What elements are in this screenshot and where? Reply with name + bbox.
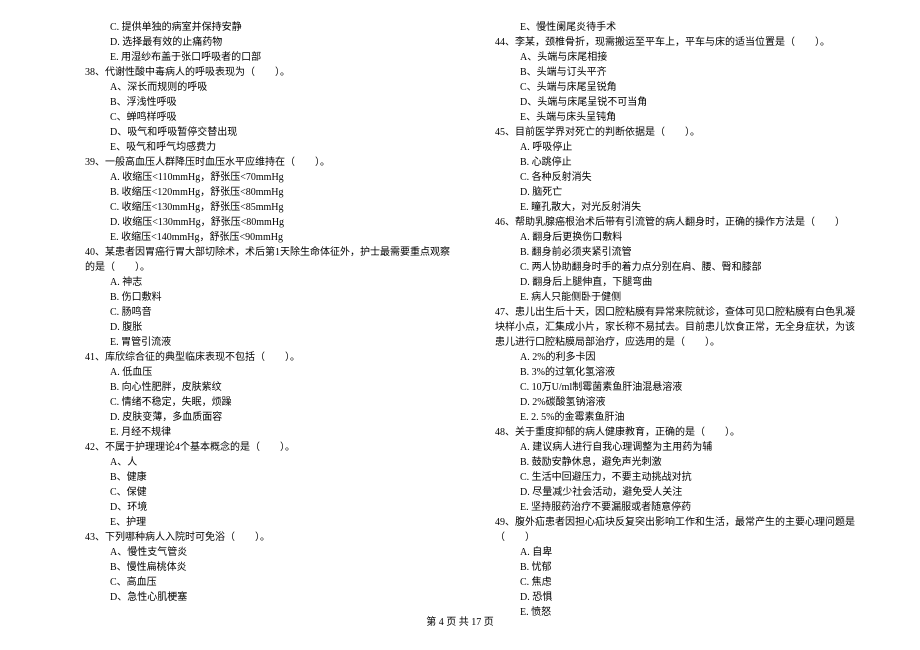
option: B. 忧郁 [470, 560, 860, 575]
option: B、浮浅性呼吸 [60, 95, 450, 110]
option: D. 尽量减少社会活动，避免受人关注 [470, 485, 860, 500]
option: A. 建议病人进行自我心理调整为主用药为辅 [470, 440, 860, 455]
option: D. 皮肤变薄，多血质面容 [60, 410, 450, 425]
question-stem: 49、腹外疝患者因担心疝块反复突出影响工作和生活，最常产生的主要心理问题是（ ） [470, 515, 860, 545]
question-stem: 45、目前医学界对死亡的判断依据是（ ）。 [470, 125, 860, 140]
option: C. 10万U/ml制霉菌素鱼肝油混悬溶液 [470, 380, 860, 395]
option: B. 收缩压<120mmHg，舒张压<80mmHg [60, 185, 450, 200]
option: E. 2. 5%的金霉素鱼肝油 [470, 410, 860, 425]
option: D. 2%碳酸氢钠溶液 [470, 395, 860, 410]
question-stem: 42、不属于护理理论4个基本概念的是（ ）。 [60, 440, 450, 455]
option: D. 选择最有效的止痛药物 [60, 35, 450, 50]
option: A、慢性支气管炎 [60, 545, 450, 560]
option: A、人 [60, 455, 450, 470]
option: A. 低血压 [60, 365, 450, 380]
option: B. 心跳停止 [470, 155, 860, 170]
option: B. 鼓励安静休息，避免声光刺激 [470, 455, 860, 470]
option: C. 各种反射消失 [470, 170, 860, 185]
option: C. 收缩压<130mmHg，舒张压<85mmHg [60, 200, 450, 215]
option: D. 脑死亡 [470, 185, 860, 200]
option: E、慢性阑尾炎待手术 [470, 20, 860, 35]
option: D、急性心肌梗塞 [60, 590, 450, 605]
option: A. 翻身后更换伤口敷料 [470, 230, 860, 245]
option: E. 病人只能侧卧于健侧 [470, 290, 860, 305]
option: A、头端与床尾相接 [470, 50, 860, 65]
option: B、头端与订头平齐 [470, 65, 860, 80]
option: E、头端与床头呈钝角 [470, 110, 860, 125]
option: B. 3%的过氧化氢溶液 [470, 365, 860, 380]
question-stem: 40、某患者因胃癌行胃大部切除术，术后第1天除生命体征外，护士最需要重点观察的是… [60, 245, 450, 275]
option: E. 用湿纱布盖于张口呼吸者的口部 [60, 50, 450, 65]
option: D. 恐惧 [470, 590, 860, 605]
option: C. 提供单独的病室并保持安静 [60, 20, 450, 35]
question-stem: 48、关于重度抑郁的病人健康教育，正确的是（ ）。 [470, 425, 860, 440]
left-column: C. 提供单独的病室并保持安静 D. 选择最有效的止痛药物 E. 用湿纱布盖于张… [50, 20, 460, 620]
option: A、深长而规则的呼吸 [60, 80, 450, 95]
option: B、健康 [60, 470, 450, 485]
option: D. 腹胀 [60, 320, 450, 335]
option: B. 伤口敷料 [60, 290, 450, 305]
right-column: E、慢性阑尾炎待手术 44、李某，颈椎骨折，现需搬运至平车上，平车与床的适当位置… [460, 20, 870, 620]
option: D. 翻身后上腿伸直，下腿弯曲 [470, 275, 860, 290]
question-stem: 46、帮助乳腺癌根治术后带有引流管的病人翻身时，正确的操作方法是（ ） [470, 215, 860, 230]
option: E. 收缩压<140mmHg，舒张压<90mmHg [60, 230, 450, 245]
option: A. 神志 [60, 275, 450, 290]
option: A. 呼吸停止 [470, 140, 860, 155]
option: C、蝉鸣样呼吸 [60, 110, 450, 125]
option: A. 收缩压<110mmHg，舒张压<70mmHg [60, 170, 450, 185]
question-stem: 44、李某，颈椎骨折，现需搬运至平车上，平车与床的适当位置是（ ）。 [470, 35, 860, 50]
option: C. 肠鸣音 [60, 305, 450, 320]
option: C. 焦虑 [470, 575, 860, 590]
page-content: C. 提供单独的病室并保持安静 D. 选择最有效的止痛药物 E. 用湿纱布盖于张… [0, 0, 920, 620]
option: D. 收缩压<130mmHg，舒张压<80mmHg [60, 215, 450, 230]
question-stem: 38、代谢性酸中毒病人的呼吸表现为（ ）。 [60, 65, 450, 80]
option: E、吸气和呼气均感费力 [60, 140, 450, 155]
option: C. 生活中回避压力，不要主动挑战对抗 [470, 470, 860, 485]
option: D、吸气和呼吸暂停交替出现 [60, 125, 450, 140]
option: E. 月经不规律 [60, 425, 450, 440]
question-stem: 43、下列哪种病人入院时可免浴（ ）。 [60, 530, 450, 545]
option: C. 两人协助翻身时手的着力点分别在肩、腰、臀和膝部 [470, 260, 860, 275]
page-footer: 第 4 页 共 17 页 [0, 615, 920, 630]
question-stem: 41、库欣综合征的典型临床表现不包括（ ）。 [60, 350, 450, 365]
option: E. 胃管引流液 [60, 335, 450, 350]
option: C、保健 [60, 485, 450, 500]
question-stem: 39、一般高血压人群降压时血压水平应维持在（ ）。 [60, 155, 450, 170]
option: D、头端与床尾呈锐不可当角 [470, 95, 860, 110]
option: B. 翻身前必须夹紧引流管 [470, 245, 860, 260]
option: A. 自卑 [470, 545, 860, 560]
option: E. 瞳孔散大，对光反射消失 [470, 200, 860, 215]
option: E. 坚持服药治疗不要漏服或者随意停药 [470, 500, 860, 515]
option: B. 向心性肥胖，皮肤紫纹 [60, 380, 450, 395]
question-stem: 47、患儿出生后十天，因口腔粘膜有异常来院就诊，查体可见口腔粘膜有白色乳凝块样小… [470, 305, 860, 350]
option: A. 2%的利多卡因 [470, 350, 860, 365]
option: D、环境 [60, 500, 450, 515]
option: C. 情绪不稳定，失眠，烦躁 [60, 395, 450, 410]
option: E、护理 [60, 515, 450, 530]
option: B、慢性扁桃体炎 [60, 560, 450, 575]
option: C、头端与床尾呈锐角 [470, 80, 860, 95]
option: C、高血压 [60, 575, 450, 590]
